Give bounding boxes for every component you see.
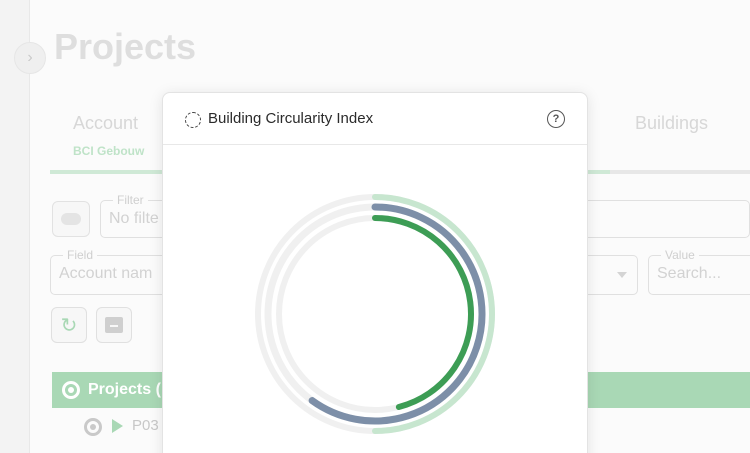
tab-account-sublabel: BCI Gebouw: [73, 144, 145, 158]
help-icon[interactable]: ?: [547, 110, 565, 128]
ring-progress-0: [372, 194, 495, 434]
play-icon[interactable]: [112, 419, 123, 433]
crosshair-icon: [62, 381, 80, 399]
tree-header-label: Projects (: [88, 381, 161, 398]
chevron-down-icon: [617, 272, 627, 278]
tree-row-label[interactable]: P03: [132, 417, 159, 434]
toggle-icon: [61, 213, 81, 225]
modal-header: Building Circularity Index ?: [163, 93, 587, 145]
refresh-icon: ↻: [60, 314, 78, 337]
field-legend: Field: [63, 248, 98, 262]
filter-value: No filte: [109, 210, 159, 227]
archive-button[interactable]: [96, 307, 132, 343]
filter-legend: Filter: [113, 193, 148, 207]
circularity-modal: Building Circularity Index ?: [162, 92, 588, 453]
field-value: Account nam: [59, 265, 153, 282]
value-placeholder: Search...: [657, 265, 722, 282]
toggle-button[interactable]: [52, 201, 90, 237]
tab-buildings[interactable]: Buildings: [635, 113, 708, 134]
radial-progress-chart: [255, 194, 495, 434]
loading-spinner-icon: [185, 112, 201, 128]
refresh-button[interactable]: ↻: [51, 307, 87, 343]
chevron-right-icon[interactable]: ›: [14, 42, 46, 74]
crosshair-icon: [84, 418, 102, 436]
ring-progress-1: [308, 203, 486, 425]
tab-account[interactable]: Account: [73, 113, 138, 134]
archive-icon: [105, 317, 123, 333]
value-legend: Value: [661, 248, 699, 262]
value-search-input[interactable]: Value Search...: [648, 248, 750, 295]
modal-title: Building Circularity Index: [208, 110, 374, 127]
page-title: Projects: [54, 26, 197, 67]
